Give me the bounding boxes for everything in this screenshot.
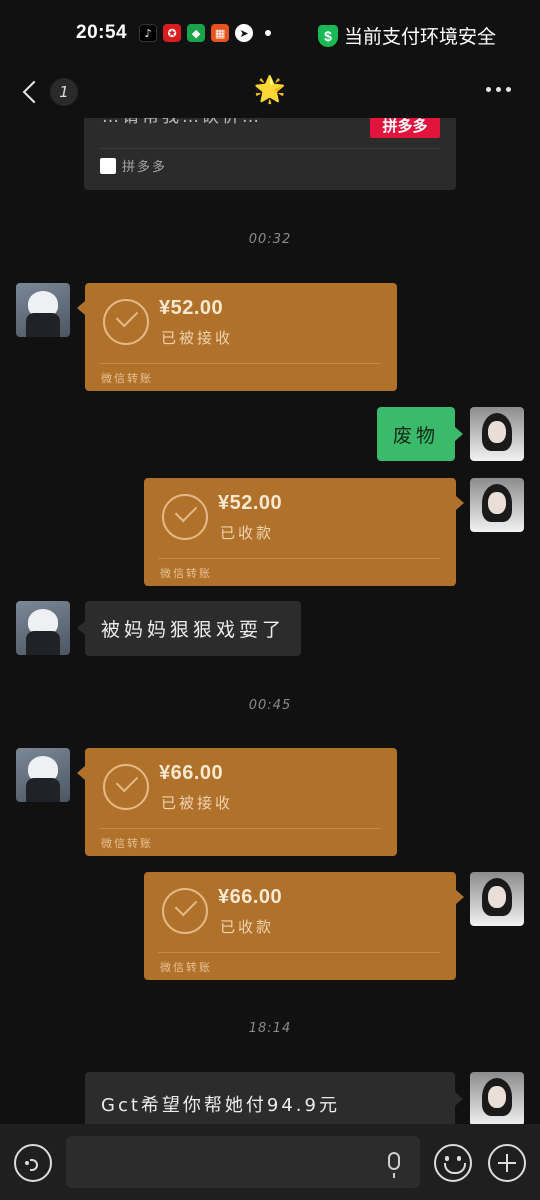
transfer-status: 已被接收 [161,329,234,347]
message-bubble-sent[interactable]: 废物 [377,407,463,461]
status-bar: 20:54 ♪ ✪ ◆ ▦ ➤ $ 当前支付环境安全 [0,0,540,66]
avatar-self[interactable] [470,407,524,461]
divider [99,828,381,829]
source-app-icon [100,157,116,174]
back-button[interactable]: 1 [18,72,78,112]
message-input[interactable] [66,1136,420,1188]
tiktok-icon: ♪ [139,24,158,42]
transfer-footer: 微信转账 [160,567,212,580]
check-circle-icon [103,764,149,810]
transfer-amount: ¥66.00 [218,886,283,908]
shield-app-icon: ◆ [187,24,206,42]
telegram-icon: ➤ [235,24,254,42]
avatar-contact[interactable] [16,748,70,802]
shared-card-text: …请帮我…砍价… [102,118,262,127]
message-list[interactable]: …请帮我…砍价… 拼多多 拼多多 00:32 ¥52.00 已被接收 微信转账 … [0,118,540,1124]
input-bar [0,1124,540,1200]
transfer-card[interactable]: ¥66.00 已被接收 微信转账 [77,748,397,856]
timestamp: 18:14 [248,1021,292,1036]
transfer-status: 已收款 [220,918,275,936]
divider [99,363,381,364]
transfer-status: 已收款 [220,524,275,542]
payment-request-bubble[interactable]: Gct希望你帮她付94.9元 [85,1072,463,1124]
transfer-amount: ¥52.00 [159,297,224,319]
chat-title: 🌟 [253,75,287,105]
microphone-icon[interactable] [388,1152,400,1178]
transfer-amount: ¥66.00 [159,762,224,784]
voice-mode-button[interactable] [14,1144,52,1182]
unread-count-badge: 1 [50,78,78,106]
chevron-left-icon [22,80,46,104]
more-dot-icon [496,86,501,92]
transfer-card[interactable]: ¥66.00 已收款 微信转账 [144,872,464,980]
transfer-card[interactable]: ¥52.00 已收款 微信转账 [144,478,464,586]
avatar-self[interactable] [470,478,524,532]
secure-indicator: $ 当前支付环境安全 [317,22,496,49]
shared-card-source-label: 拼多多 [122,160,168,175]
status-app-icons: ♪ ✪ ◆ ▦ ➤ [139,24,272,42]
grid-app-icon: ▦ [211,24,230,42]
more-actions-button[interactable] [488,1144,526,1182]
divider [158,952,440,953]
check-circle-icon [103,299,149,345]
transfer-status: 已被接收 [161,794,234,812]
secure-text: 当前支付环境安全 [343,26,496,48]
avatar-contact[interactable] [16,283,70,337]
message-bubble-received[interactable]: 被妈妈狠狠戏耍了 [77,601,301,656]
shared-card-thumbnail: 拼多多 [370,118,440,138]
transfer-footer: 微信转账 [160,961,212,974]
transfer-amount: ¥52.00 [218,492,283,514]
avatar-self[interactable] [470,1072,524,1124]
check-circle-icon [162,888,208,934]
more-dot-icon [486,86,491,92]
transfer-card[interactable]: ¥52.00 已被接收 微信转账 [77,283,397,391]
chat-header: 1 🌟 [0,66,540,118]
avatar-self[interactable] [470,872,524,926]
divider [100,148,440,149]
notification-dot-icon [265,30,272,36]
transfer-footer: 微信转账 [101,372,153,385]
timestamp: 00:32 [248,232,292,247]
transfer-footer: 微信转账 [101,837,153,850]
emoji-button[interactable] [434,1144,472,1182]
divider [158,558,440,559]
shared-link-card[interactable]: …请帮我…砍价… 拼多多 拼多多 [84,118,456,190]
timestamp: 00:45 [248,698,292,713]
check-circle-icon [162,494,208,540]
more-dot-icon [506,86,511,92]
avatar-contact[interactable] [16,601,70,655]
secure-shield-icon: $ [317,24,338,47]
shared-card-source: 拼多多 [100,156,167,175]
status-time: 20:54 [76,22,128,43]
more-button[interactable] [486,84,516,94]
bank-app-icon: ✪ [163,24,182,42]
